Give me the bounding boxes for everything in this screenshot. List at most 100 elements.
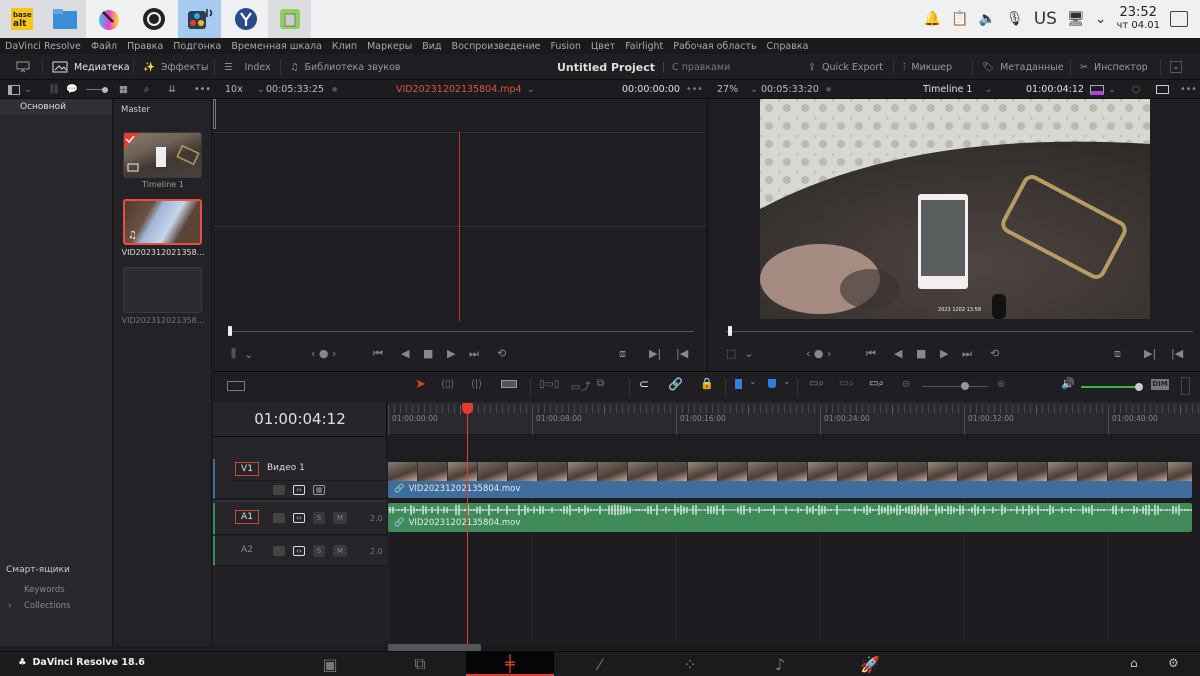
lock-track-icon[interactable]	[273, 513, 285, 523]
menu-clip[interactable]: Клип	[327, 41, 362, 52]
timeline-horizontal-scrollbar[interactable]	[388, 644, 1200, 651]
mark-out-icon[interactable]: |◀	[1171, 347, 1183, 360]
volume-slider[interactable]	[1081, 386, 1139, 388]
play-reverse-icon[interactable]: ◀	[401, 347, 409, 360]
source-viewer[interactable]	[213, 99, 706, 321]
project-manager-home-icon[interactable]: ⌂	[1130, 656, 1138, 670]
menu-timeline[interactable]: Временная шкала	[226, 41, 327, 52]
video-clip-thumbnail-selected[interactable]: ♫	[123, 199, 202, 245]
source-clip-dropdown[interactable]: VID20231202135804.mp4 ⌄	[396, 80, 535, 99]
linked-selection-icon[interactable]: 🔗	[668, 377, 683, 391]
speaker-icon[interactable]: 🔊	[1061, 377, 1075, 390]
notifications-bell-icon[interactable]: 🔔	[924, 11, 941, 27]
lock-track-icon[interactable]	[273, 546, 285, 556]
mark-in-icon[interactable]: ▶|	[1144, 347, 1156, 360]
auto-select-icon[interactable]: ‹›	[293, 485, 305, 495]
go-to-end-icon[interactable]: ⏭	[962, 347, 972, 361]
smart-bin-collections[interactable]: Collections	[24, 601, 70, 611]
caption-icon[interactable]: 💬	[66, 80, 78, 99]
go-to-start-icon[interactable]: ⏮	[866, 347, 876, 361]
toggle-bin-list-button[interactable]: ⌄	[8, 80, 32, 99]
audio-meter-icon[interactable]	[1181, 377, 1190, 395]
go-to-start-icon[interactable]: ⏮	[373, 347, 383, 361]
expand-toolbar-button[interactable]: ⌄	[1170, 54, 1182, 80]
viewer-overlay-dropdown[interactable]: ⬚ ⌄	[726, 347, 754, 360]
color-wheel-icon[interactable]: ◌	[1132, 80, 1140, 99]
track-id-a1[interactable]: A1	[235, 510, 259, 524]
empty-clip-thumbnail[interactable]	[123, 267, 202, 313]
menu-edit[interactable]: Правка	[122, 41, 168, 52]
menu-color[interactable]: Цвет	[586, 41, 620, 52]
krita-icon[interactable]	[87, 0, 130, 38]
track-name-v1[interactable]: Видео 1	[267, 463, 305, 473]
page-fairlight[interactable]: ♪	[736, 652, 824, 676]
menu-help[interactable]: Справка	[762, 41, 814, 52]
timeline-zoom-knob[interactable]	[960, 382, 969, 390]
flag-icon[interactable]	[735, 379, 742, 389]
effects-button[interactable]: ✨ Эффекты	[143, 54, 208, 80]
volume-knob[interactable]	[1135, 383, 1143, 391]
flag-dropdown-chevron-icon[interactable]: ⌄	[749, 377, 757, 387]
marker-dropdown-chevron-icon[interactable]: ⌄	[783, 377, 791, 387]
bin-master[interactable]: Основной	[0, 99, 112, 115]
zoom-in-icon[interactable]: ⊕	[997, 379, 1005, 390]
zoom-out-icon[interactable]: ⊖	[902, 379, 910, 390]
program-scrubber[interactable]	[726, 331, 1193, 332]
layout-presets-button[interactable]	[16, 54, 30, 80]
libreoffice-icon[interactable]	[268, 0, 311, 38]
more-options-icon[interactable]: •••	[194, 80, 211, 99]
go-to-end-icon[interactable]: ⏭	[469, 347, 479, 361]
custom-zoom-icon[interactable]: ▭⌕	[869, 378, 884, 389]
timeline-zoom-slider[interactable]	[922, 386, 988, 387]
index-button[interactable]: ☰ Index	[224, 54, 271, 80]
marker-icon[interactable]	[768, 379, 776, 388]
microphone-icon[interactable]: 🎙	[1006, 11, 1024, 27]
auto-select-icon[interactable]: ‹›	[293, 513, 305, 523]
menu-file[interactable]: Файл	[86, 41, 122, 52]
show-desktop-button[interactable]	[1170, 11, 1188, 27]
clock[interactable]: 23:52 чт 04.01	[1116, 6, 1160, 32]
davinci-resolve-icon[interactable]	[178, 0, 221, 38]
smart-bin-keywords[interactable]: Keywords	[24, 585, 65, 595]
page-cut[interactable]: ⧉	[376, 652, 464, 676]
disable-video-track-icon[interactable]: ▦	[313, 485, 325, 495]
obs-icon[interactable]	[132, 0, 175, 38]
metadata-button[interactable]: 🏷 Метаданные	[982, 54, 1064, 80]
dim-button[interactable]: DIM	[1151, 379, 1169, 390]
jog-control[interactable]: ‹ ● ›	[806, 347, 831, 360]
jog-control[interactable]: ‹ ● ›	[311, 347, 336, 360]
mark-out-icon[interactable]: |◀	[676, 347, 688, 360]
program-scrub-handle[interactable]	[728, 326, 732, 336]
keyboard-layout[interactable]: US	[1034, 9, 1057, 29]
scrollbar-thumb[interactable]	[388, 644, 481, 651]
source-more-icon[interactable]: •••	[686, 80, 703, 99]
source-scrub-handle[interactable]	[228, 326, 232, 336]
clipboard-icon[interactable]: 📋	[951, 11, 968, 27]
search-icon[interactable]: ⌕	[144, 80, 149, 99]
source-zoom-dropdown[interactable]: 10x ⌄	[225, 80, 265, 99]
page-color[interactable]: ⁘	[646, 652, 734, 676]
program-zoom-dropdown[interactable]: 27% ⌄	[717, 80, 758, 99]
solo-button-a1[interactable]: S	[313, 512, 325, 524]
mark-in-icon[interactable]: ▶|	[649, 347, 661, 360]
fx-bypass-dropdown[interactable]: ⌄	[1090, 80, 1116, 99]
audio-clip-a1[interactable]: 🔗 VID20231202135804.mov	[388, 503, 1192, 532]
tray-expand-chevron-icon[interactable]: ⌄	[1095, 11, 1107, 27]
expand-collections-icon[interactable]: ›	[8, 601, 11, 611]
menu-playback[interactable]: Воспроизведение	[447, 41, 546, 52]
full-zoom-icon[interactable]: ▭⌕	[809, 378, 824, 389]
thumbnail-size-slider[interactable]	[86, 80, 108, 99]
media-pool-button[interactable]: Медиатека	[52, 54, 130, 80]
blade-tool-icon[interactable]	[501, 380, 517, 388]
play-icon[interactable]: ▶	[447, 347, 455, 360]
mute-button-a1[interactable]: M	[333, 512, 347, 524]
quick-export-button[interactable]: ⇪ Quick Export	[808, 54, 883, 80]
mute-button-a2[interactable]: M	[333, 545, 347, 557]
overwrite-clip-icon[interactable]: ▭⤴	[571, 378, 590, 393]
timeline-clip-thumbnail[interactable]	[123, 132, 202, 178]
network-icon[interactable]: 🖥	[1067, 11, 1085, 27]
insert-clip-icon[interactable]: ▯▭▯	[539, 379, 559, 390]
playhead-line[interactable]	[467, 404, 468, 644]
video-clip-v1[interactable]: 🔗 VID20231202135804.mov	[388, 462, 1192, 498]
page-deliver[interactable]: 🚀	[826, 652, 914, 676]
